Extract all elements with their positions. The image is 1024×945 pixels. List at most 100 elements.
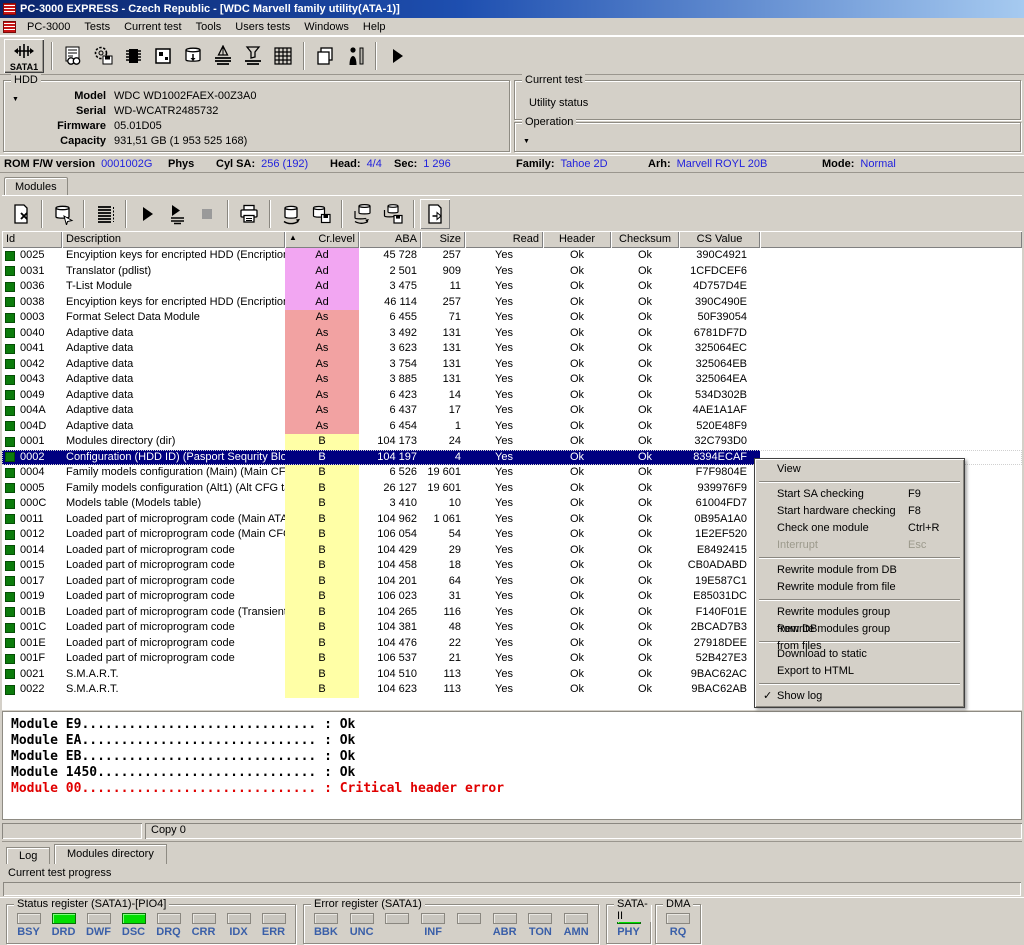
column-header-cr-level[interactable]: ▲Cr.level	[285, 231, 359, 248]
stop-button[interactable]	[192, 199, 222, 229]
menu-item-export-to-html[interactable]: Export to HTML	[757, 663, 962, 680]
user-mode-button[interactable]	[340, 41, 370, 71]
menu-item-rewrite-module-from-db[interactable]: Rewrite module from DB	[757, 562, 962, 579]
module-row-0040[interactable]: 0040Adaptive dataAs3 492131YesOkOk6781DF…	[2, 326, 1022, 342]
export-db-button[interactable]	[48, 199, 78, 229]
heads-test-button[interactable]	[208, 41, 238, 71]
toolbar-separator	[413, 200, 415, 228]
translator-button[interactable]	[238, 41, 268, 71]
module-description: S.M.A.R.T.	[62, 682, 285, 698]
operation-dropdown-button[interactable]: ▼	[519, 135, 534, 148]
surface-grid-button[interactable]	[268, 41, 298, 71]
tab-modules-directory[interactable]: Modules directory	[54, 844, 167, 864]
module-row-0036[interactable]: 0036T-List ModuleAd3 47511YesOkOk4D757D4…	[2, 279, 1022, 295]
module-read: Yes	[465, 558, 543, 574]
print-button[interactable]	[234, 199, 264, 229]
menu-help[interactable]: Help	[356, 19, 393, 35]
module-description: Encyiption keys for encripted HDD (Encri…	[62, 248, 285, 264]
info-value: Tahoe 2D	[561, 158, 608, 170]
read-module-db-button[interactable]	[276, 199, 306, 229]
module-id-cell: 0017	[2, 574, 62, 590]
module-aba: 2 501	[359, 264, 421, 280]
hdd-field-label: Serial	[4, 104, 114, 119]
child-window-icon[interactable]	[3, 21, 16, 33]
column-header-read[interactable]: Read	[465, 231, 543, 248]
save-module-db-button[interactable]	[306, 199, 336, 229]
menu-item-shortcut	[908, 579, 954, 596]
menu-current-test[interactable]: Current test	[117, 19, 188, 35]
menu-item-label: Download to static	[777, 646, 908, 663]
menu-item-download-to-static[interactable]: Download to static	[757, 646, 962, 663]
menu-item-check-one-module[interactable]: Check one moduleCtrl+R	[757, 520, 962, 537]
drive-info-bar: ROM F/W version0001002GPhysCyl SA:256 (1…	[0, 155, 1024, 173]
row-filler	[760, 295, 1022, 311]
modules-list-button[interactable]	[90, 199, 120, 229]
module-cs-value: 534D302B	[679, 388, 760, 404]
hdd-report-button[interactable]	[58, 41, 88, 71]
menu-pc-3000[interactable]: PC-3000	[20, 19, 77, 35]
utility-settings-button[interactable]	[88, 41, 118, 71]
module-header: Ok	[543, 651, 611, 667]
menu-item-start-hardware-checking[interactable]: Start hardware checkingF8	[757, 503, 962, 520]
column-header-aba[interactable]: ABA	[359, 231, 421, 248]
column-header-checksum[interactable]: Checksum	[611, 231, 679, 248]
log-output[interactable]: Module E9.............................. …	[2, 711, 1022, 820]
module-row-0041[interactable]: 0041Adaptive dataAs3 623131YesOkOk325064…	[2, 341, 1022, 357]
run-button[interactable]	[382, 41, 412, 71]
menu-item-rewrite-module-from-file[interactable]: Rewrite module from file	[757, 579, 962, 596]
status-register-group: Status register (SATA1)-[PIO4]BSYDRDDWFD…	[6, 904, 296, 944]
menu-item-view[interactable]: View	[757, 461, 962, 478]
column-header-header[interactable]: Header	[543, 231, 611, 248]
tab-modules[interactable]: Modules	[4, 177, 68, 195]
column-header-description[interactable]: Description	[62, 231, 285, 248]
statusbar-panel-1: Copy 0	[145, 823, 1022, 839]
start-checking-button[interactable]	[132, 199, 162, 229]
module-row-004D[interactable]: 004DAdaptive dataAs6 4541YesOkOk520E48F9	[2, 419, 1022, 435]
menu-windows[interactable]: Windows	[297, 19, 356, 35]
module-row-0038[interactable]: 0038Encyiption keys for encripted HDD (E…	[2, 295, 1022, 311]
column-header-id[interactable]: Id	[2, 231, 62, 248]
module-row-0025[interactable]: 0025Encyiption keys for encripted HDD (E…	[2, 248, 1022, 264]
module-aba: 6 526	[359, 465, 421, 481]
save-group-db-button[interactable]	[378, 199, 408, 229]
module-id-cell: 0014	[2, 543, 62, 559]
delete-module-button[interactable]	[6, 199, 36, 229]
module-id-cell: 0031	[2, 264, 62, 280]
port-sata1-button[interactable]: SATA1	[4, 39, 44, 73]
module-description: Loaded part of microprogram code	[62, 589, 285, 605]
module-read: Yes	[465, 481, 543, 497]
module-row-0001[interactable]: 0001Modules directory (dir)B104 17324Yes…	[2, 434, 1022, 450]
column-header-size[interactable]: Size	[421, 231, 465, 248]
module-cs-value: 325064EC	[679, 341, 760, 357]
rom-button[interactable]	[118, 41, 148, 71]
menu-item-rewrite-modules-group-from-files[interactable]: Rewrite modules group from files	[757, 621, 962, 638]
export-html-button[interactable]	[420, 199, 450, 229]
module-cr-level: B	[285, 543, 359, 559]
module-row-0043[interactable]: 0043Adaptive dataAs3 885131YesOkOk325064…	[2, 372, 1022, 388]
menu-tests[interactable]: Tests	[77, 19, 117, 35]
toolbar-separator	[269, 200, 271, 228]
module-row-0042[interactable]: 0042Adaptive dataAs3 754131YesOkOk325064…	[2, 357, 1022, 373]
menu-item-show-log[interactable]: ✓Show log	[757, 688, 962, 705]
menu-item-rewrite-modules-group-from-db[interactable]: Rewrite modules group from DB	[757, 604, 962, 621]
menu-tools[interactable]: Tools	[189, 19, 229, 35]
start-with-options-button[interactable]	[162, 199, 192, 229]
module-row-0031[interactable]: 0031Translator (pdlist)Ad2 501909YesOkOk…	[2, 264, 1022, 280]
read-group-db-button[interactable]	[348, 199, 378, 229]
module-row-0003[interactable]: 0003Format Select Data ModuleAs6 45571Ye…	[2, 310, 1022, 326]
module-description: Adaptive data	[62, 341, 285, 357]
module-aba: 46 114	[359, 295, 421, 311]
module-row-004A[interactable]: 004AAdaptive dataAs6 43717YesOkOk4AE1A1A…	[2, 403, 1022, 419]
module-checksum: Ok	[611, 543, 679, 559]
copy-button[interactable]	[310, 41, 340, 71]
module-row-0049[interactable]: 0049Adaptive dataAs6 42314YesOkOk534D302…	[2, 388, 1022, 404]
board-test-button[interactable]	[148, 41, 178, 71]
menu-item-start-sa-checking[interactable]: Start SA checkingF9	[757, 486, 962, 503]
module-cr-level: B	[285, 636, 359, 652]
tab-log[interactable]: Log	[6, 847, 50, 864]
gearDisk-icon	[92, 45, 114, 67]
column-header-cs-value[interactable]: CS Value	[679, 231, 760, 248]
service-data-button[interactable]	[178, 41, 208, 71]
menu-users-tests[interactable]: Users tests	[228, 19, 297, 35]
led-label: ABR	[488, 926, 522, 938]
